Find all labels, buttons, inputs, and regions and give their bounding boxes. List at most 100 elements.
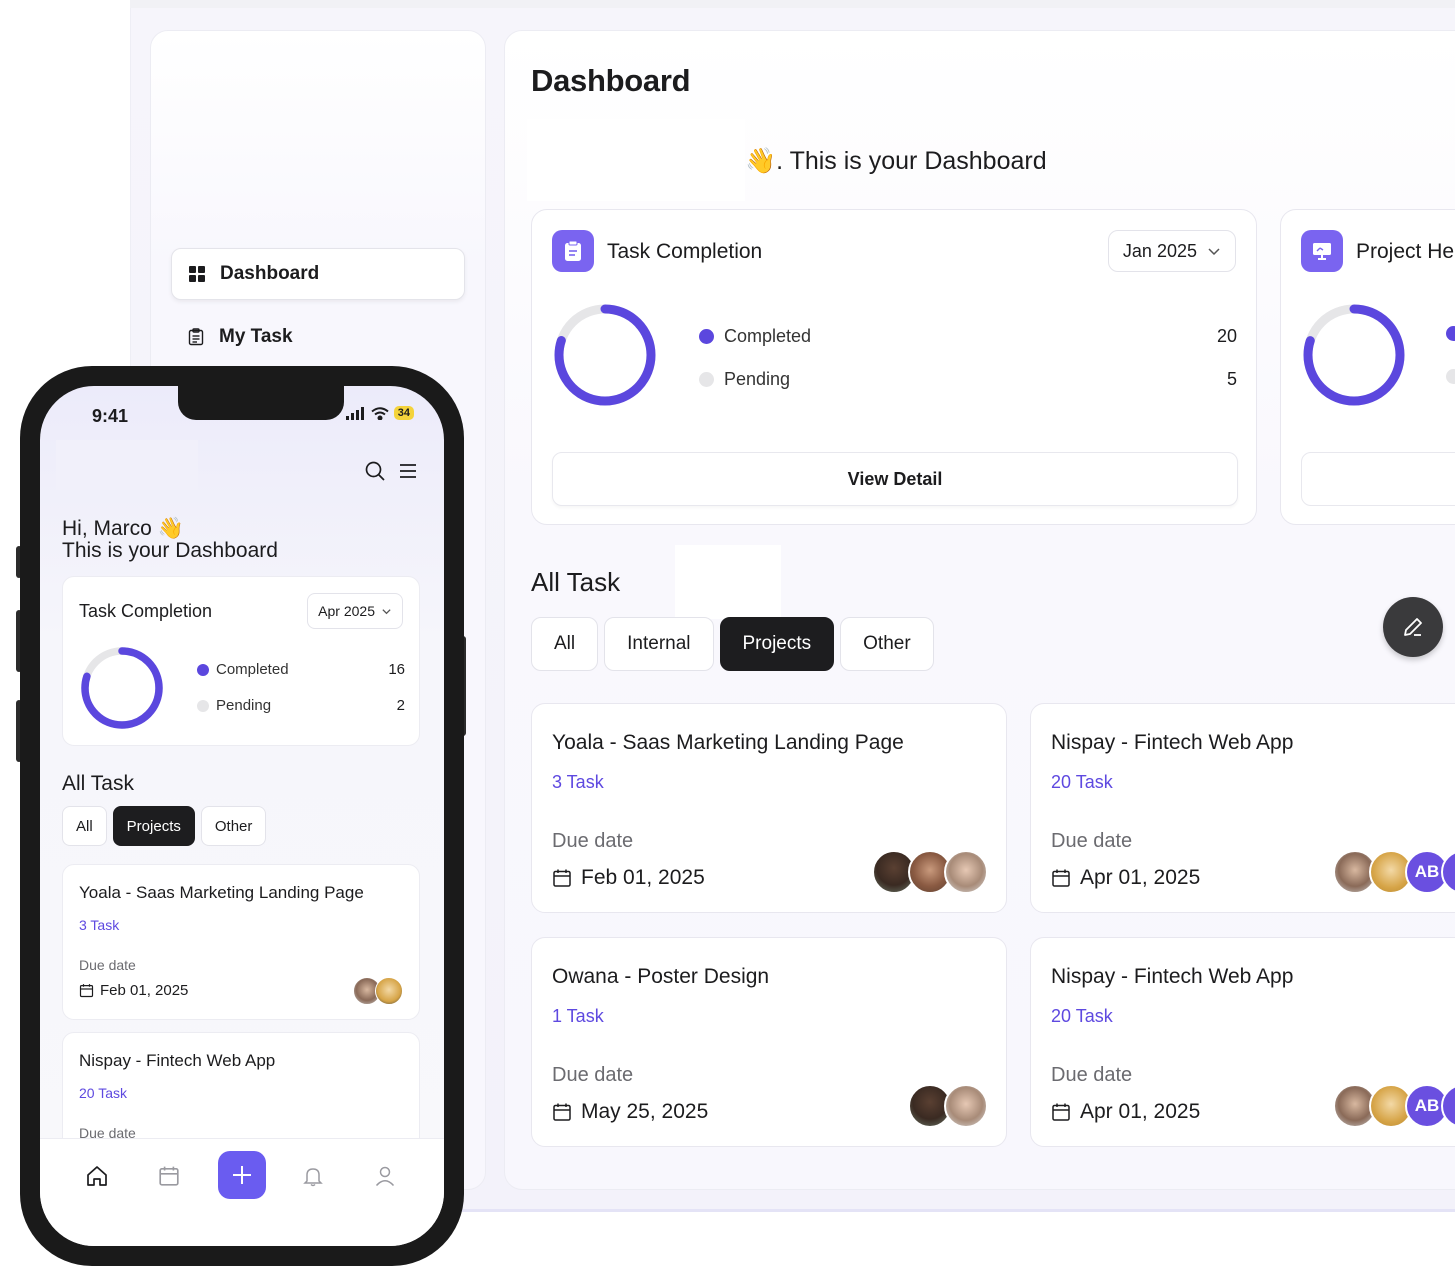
tab-other[interactable]: Other (200, 806, 267, 846)
add-button[interactable] (218, 1151, 266, 1199)
due-date-value: Feb 01, 2025 (100, 982, 189, 999)
legend-value: 2 (396, 697, 405, 714)
legend-value: 5 (1226, 369, 1237, 389)
all-task-title: All Task (62, 772, 134, 795)
tab-projects[interactable]: Projects (719, 617, 835, 671)
clipboard-icon (552, 230, 594, 272)
card-title: Project He (1356, 240, 1455, 263)
calendar-icon[interactable] (154, 1161, 184, 1191)
sidebar-item-label: Dashboard (220, 263, 320, 284)
legend-value: 16 (388, 661, 405, 678)
main-content: Dashboard 👋. This is your Dashboard Task… (504, 30, 1455, 1190)
due-date-label: Due date (1051, 1064, 1133, 1086)
due-date: Feb 01, 2025 (79, 982, 188, 999)
month-select[interactable]: Jan 2025 (1107, 230, 1236, 272)
tab-other[interactable]: Other (840, 617, 934, 671)
home-icon[interactable] (82, 1161, 112, 1191)
task-name: Yoala - Saas Marketing Landing Page (552, 731, 904, 754)
task-card[interactable]: Owana - Poster Design 1 Task Due date Ma… (531, 937, 1007, 1147)
task-name: Nispay - Fintech Web App (1051, 731, 1294, 754)
avatar (944, 850, 988, 894)
task-card[interactable]: Nispay - Fintech Web App 20 Task Due dat… (1030, 703, 1455, 913)
chevron-down-icon (1208, 248, 1220, 256)
card-title: Task Completion (607, 240, 763, 263)
legend-label: Completed (216, 661, 289, 678)
task-completion-card: Task Completion Jan 2025 Completed 20 Pe… (531, 209, 1257, 525)
due-date-value: Apr 01, 2025 (1080, 1100, 1201, 1123)
task-name: Nispay - Fintech Web App (1051, 965, 1294, 988)
menu-icon[interactable] (398, 462, 418, 480)
tab-internal[interactable]: Internal (604, 617, 714, 671)
task-count: 20 Task (1051, 1006, 1113, 1026)
sidebar-item-my-task[interactable]: My Task (171, 311, 465, 363)
task-count: 20 Task (79, 1085, 127, 1101)
task-count: 20 Task (1051, 772, 1113, 792)
month-select[interactable]: Apr 2025 (307, 593, 403, 629)
clipboard-icon (188, 328, 204, 346)
greeting-line: This is your Dashboard (62, 539, 278, 562)
calendar-icon (553, 1103, 571, 1121)
presentation-icon (1301, 230, 1343, 272)
task-card[interactable]: Yoala - Saas Marketing Landing Page 3 Ta… (531, 703, 1007, 913)
tab-all[interactable]: All (531, 617, 599, 671)
task-card[interactable]: Nispay - Fintech Web App 20 Task Due dat… (1030, 937, 1455, 1147)
due-date-label: Due date (1051, 830, 1133, 852)
tab-all[interactable]: All (62, 806, 107, 846)
task-count: 3 Task (552, 772, 604, 792)
calendar-icon (1052, 869, 1070, 887)
bell-icon[interactable] (298, 1161, 328, 1191)
status-time: 9:41 (92, 406, 129, 426)
assignee-avatars (353, 977, 403, 1005)
due-date-label: Due date (552, 830, 634, 852)
legend-dot (197, 699, 209, 712)
sidebar-item-dashboard[interactable]: Dashboard (171, 248, 465, 300)
edit-button[interactable] (1383, 597, 1443, 657)
assignee-avatars (872, 850, 988, 894)
card-title: Task Completion (79, 601, 213, 621)
page-title: Dashboard (531, 63, 691, 98)
due-date: Apr 01, 2025 (1051, 866, 1200, 890)
legend-completed: Completed 16 (197, 661, 405, 678)
assignee-avatars: AB (1333, 1084, 1455, 1128)
view-detail-button[interactable]: View Detail (552, 452, 1238, 506)
due-date-value: Feb 01, 2025 (581, 866, 705, 889)
avatar (375, 977, 403, 1005)
sidebar-item-label: My Task (219, 326, 293, 347)
chevron-down-icon (382, 608, 391, 614)
welcome-placeholder (527, 119, 745, 201)
avatar (944, 1084, 988, 1128)
due-date: May 25, 2025 (552, 1100, 708, 1124)
logo-placeholder (56, 440, 198, 490)
view-detail-button[interactable] (1301, 452, 1455, 506)
legend-dot (699, 372, 714, 387)
task-name: Nispay - Fintech Web App (79, 1051, 276, 1070)
due-date-value: May 25, 2025 (581, 1100, 709, 1123)
legend-dot (699, 329, 714, 344)
battery-icon: 34 (393, 406, 414, 420)
greeting: Hi, Marco 👋 This is your Dashboard (62, 518, 278, 562)
task-count: 1 Task (552, 1006, 604, 1026)
task-name: Owana - Poster Design (552, 965, 770, 988)
wifi-icon (371, 406, 389, 420)
calendar-icon (553, 869, 571, 887)
phone-frame: 9:41 34 Hi, Marco 👋 This is your Dashboa… (20, 366, 464, 1266)
task-card[interactable]: Yoala - Saas Marketing Landing Page 3 Ta… (62, 864, 420, 1020)
user-icon[interactable] (370, 1161, 400, 1191)
grid-icon (189, 266, 205, 282)
legend-pending: Pending 2 (197, 697, 405, 714)
plus-icon (233, 1166, 251, 1184)
all-task-title: All Task (531, 567, 621, 597)
due-date-label: Due date (79, 957, 136, 973)
task-completion-donut (554, 304, 656, 406)
task-count: 3 Task (79, 917, 120, 933)
task-completion-card: Task Completion Apr 2025 Completed 16 Pe… (62, 576, 420, 746)
month-select-value: Apr 2025 (318, 603, 375, 619)
tab-projects[interactable]: Projects (112, 806, 195, 846)
pencil-icon (1404, 618, 1422, 636)
legend-completed: Completed 20 (699, 326, 1237, 347)
search-icon[interactable] (364, 460, 386, 482)
placeholder-block (675, 545, 781, 619)
greeting-line: Hi, Marco 👋 (62, 517, 184, 540)
legend-label: Completed (724, 326, 812, 346)
calendar-icon (1052, 1103, 1070, 1121)
